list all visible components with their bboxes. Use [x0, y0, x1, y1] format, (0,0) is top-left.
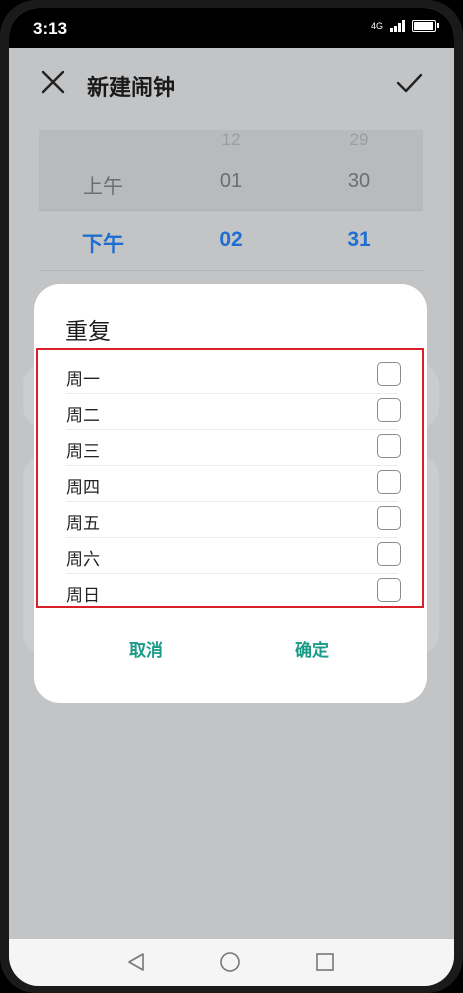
- day-label: 周二: [66, 406, 100, 425]
- home-icon[interactable]: [219, 951, 241, 973]
- time-picker[interactable]: 12 29 上午 01 30 下午 02 31: [39, 130, 423, 271]
- minute-faded: 29: [349, 130, 369, 149]
- day-label: 周日: [66, 586, 100, 605]
- hour-faded: 12: [221, 130, 241, 149]
- period-mid[interactable]: 上午: [53, 170, 153, 199]
- checkbox[interactable]: [377, 398, 401, 422]
- navigation-bar: [9, 939, 454, 986]
- dialog-title: 重复: [65, 318, 111, 344]
- status-time: 3:13: [33, 19, 68, 38]
- minute-mid[interactable]: 30: [309, 170, 409, 193]
- status-icons: 4G: [370, 20, 439, 32]
- repeat-dialog: 重复 周一 周二 周三 周四 周五 周六 周日 取消 确定: [34, 284, 427, 703]
- checkbox[interactable]: [377, 542, 401, 566]
- day-row-fri[interactable]: 周五: [66, 501, 401, 538]
- cancel-button[interactable]: 取消: [129, 636, 163, 661]
- period-selected[interactable]: 下午: [53, 228, 153, 258]
- picker-divider: [39, 270, 423, 271]
- checkbox[interactable]: [377, 470, 401, 494]
- recents-icon[interactable]: [314, 951, 336, 973]
- network-label: 4G: [370, 21, 383, 31]
- picker-divider: [39, 210, 423, 211]
- checkbox[interactable]: [377, 362, 401, 386]
- day-row-tue[interactable]: 周二: [66, 393, 401, 430]
- close-icon[interactable]: [37, 66, 69, 98]
- hour-mid[interactable]: 01: [181, 170, 281, 193]
- day-label: 周六: [66, 550, 100, 569]
- day-label: 周一: [66, 370, 100, 389]
- checkbox[interactable]: [377, 434, 401, 458]
- back-icon[interactable]: [125, 951, 147, 973]
- screen: 3:13 4G 新建闹钟 12 29 上午 01 30 下午 02 31 重复 …: [9, 8, 454, 986]
- day-row-sat[interactable]: 周六: [66, 537, 401, 574]
- battery-icon: [412, 20, 439, 32]
- checkbox[interactable]: [377, 506, 401, 530]
- day-row-sun[interactable]: 周日: [66, 573, 401, 609]
- status-bar: 3:13 4G: [9, 8, 454, 48]
- confirm-button[interactable]: 确定: [295, 636, 329, 661]
- day-label: 周四: [66, 478, 100, 497]
- day-label: 周五: [66, 514, 100, 533]
- day-row-thu[interactable]: 周四: [66, 465, 401, 502]
- checkbox[interactable]: [377, 578, 401, 602]
- minute-selected[interactable]: 31: [309, 228, 409, 252]
- day-list: 周一 周二 周三 周四 周五 周六 周日: [36, 348, 424, 608]
- page-title: 新建闹钟: [87, 75, 176, 100]
- app-bar: 新建闹钟: [9, 48, 454, 120]
- phone-frame: 3:13 4G 新建闹钟 12 29 上午 01 30 下午 02 31 重复 …: [0, 0, 463, 993]
- check-icon[interactable]: [394, 68, 424, 98]
- day-label: 周三: [66, 442, 100, 461]
- day-row-wed[interactable]: 周三: [66, 429, 401, 466]
- hour-selected[interactable]: 02: [181, 228, 281, 252]
- day-row-mon[interactable]: 周一: [66, 357, 401, 394]
- signal-icon: [390, 20, 405, 32]
